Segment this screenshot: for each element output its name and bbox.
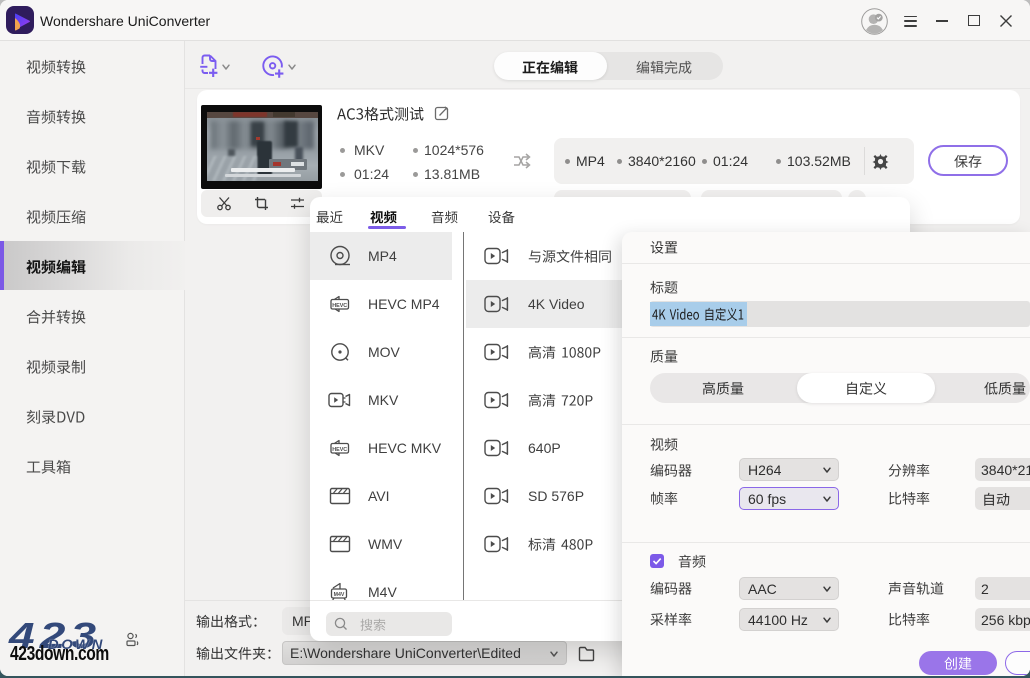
svg-text:HEVC: HEVC [332, 303, 347, 309]
svg-text:M4V: M4V [334, 592, 345, 598]
svg-text:HEVC: HEVC [332, 447, 347, 453]
